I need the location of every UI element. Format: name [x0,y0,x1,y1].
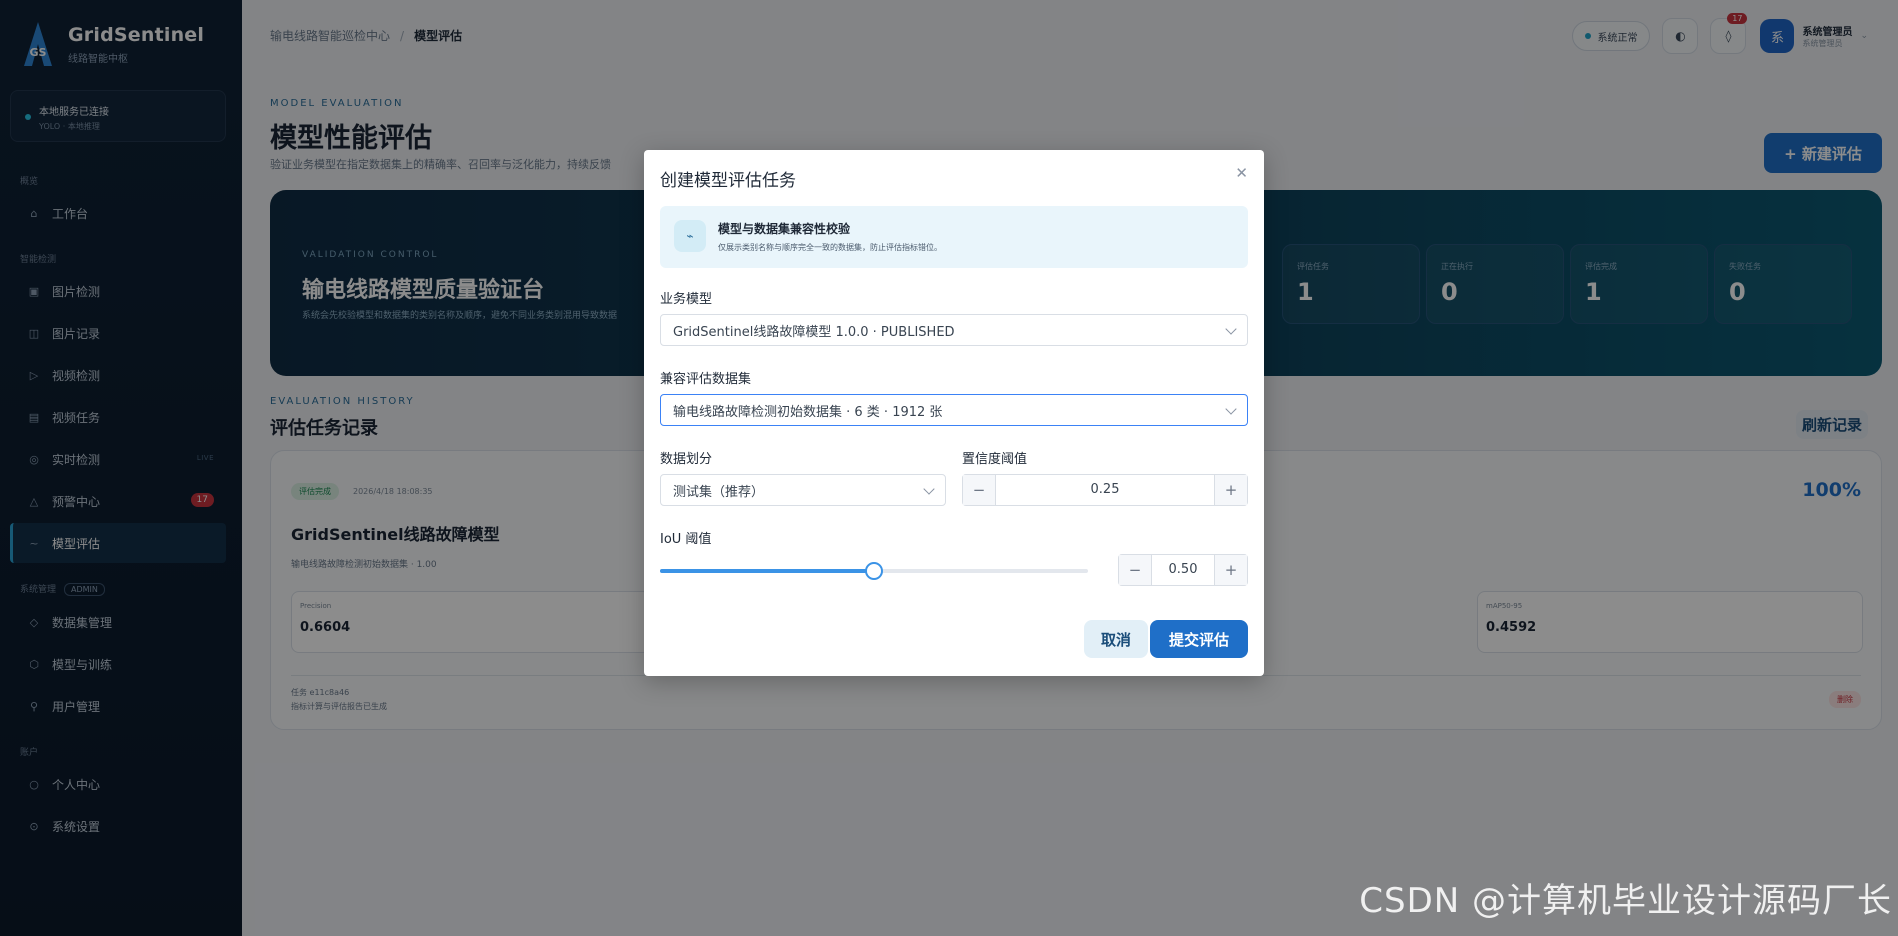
iou-slider[interactable] [660,562,1088,580]
iou-label: IoU 阈值 [660,532,712,547]
check-icon: ⌁ [674,220,706,252]
watermark: CSDN @计算机毕业设计源码厂长 [1359,881,1892,921]
decrement-button[interactable]: − [1119,555,1151,585]
iou-stepper[interactable]: − 0.50 + [1118,554,1248,586]
iou-slider-handle[interactable] [865,562,883,580]
dataset-select[interactable]: 输电线路故障检测初始数据集 · 6 类 · 1912 张 [660,394,1248,426]
close-icon[interactable]: ✕ [1235,164,1248,182]
model-label: 业务模型 [660,292,713,307]
confidence-label: 置信度阈值 [962,452,1028,467]
chevron-down-icon [1225,323,1237,335]
modal-title: 创建模型评估任务 [660,171,796,191]
increment-button[interactable]: + [1215,555,1247,585]
decrement-button[interactable]: − [963,475,995,505]
split-select[interactable]: 测试集（推荐） [660,474,946,506]
submit-button[interactable]: 提交评估 [1150,620,1248,658]
compatibility-info: ⌁ 模型与数据集兼容性校验 仅展示类别名称与顺序完全一致的数据集，防止评估指标错… [660,206,1248,268]
confidence-stepper[interactable]: − 0.25 + [962,474,1248,506]
iou-value[interactable]: 0.50 [1151,555,1215,585]
cancel-button[interactable]: 取消 [1084,620,1148,658]
model-select[interactable]: GridSentinel线路故障模型 1.0.0 · PUBLISHED [660,314,1248,346]
create-evaluation-modal: 创建模型评估任务 ✕ ⌁ 模型与数据集兼容性校验 仅展示类别名称与顺序完全一致的… [644,150,1264,676]
iou-slider-fill [660,569,874,573]
split-label: 数据划分 [660,452,713,467]
chevron-down-icon [1225,403,1237,415]
dataset-label: 兼容评估数据集 [660,372,752,387]
increment-button[interactable]: + [1215,475,1247,505]
info-title: 模型与数据集兼容性校验 [718,222,851,236]
info-description: 仅展示类别名称与顺序完全一致的数据集，防止评估指标错位。 [718,243,942,252]
confidence-value[interactable]: 0.25 [995,475,1215,505]
chevron-down-icon [923,483,935,495]
